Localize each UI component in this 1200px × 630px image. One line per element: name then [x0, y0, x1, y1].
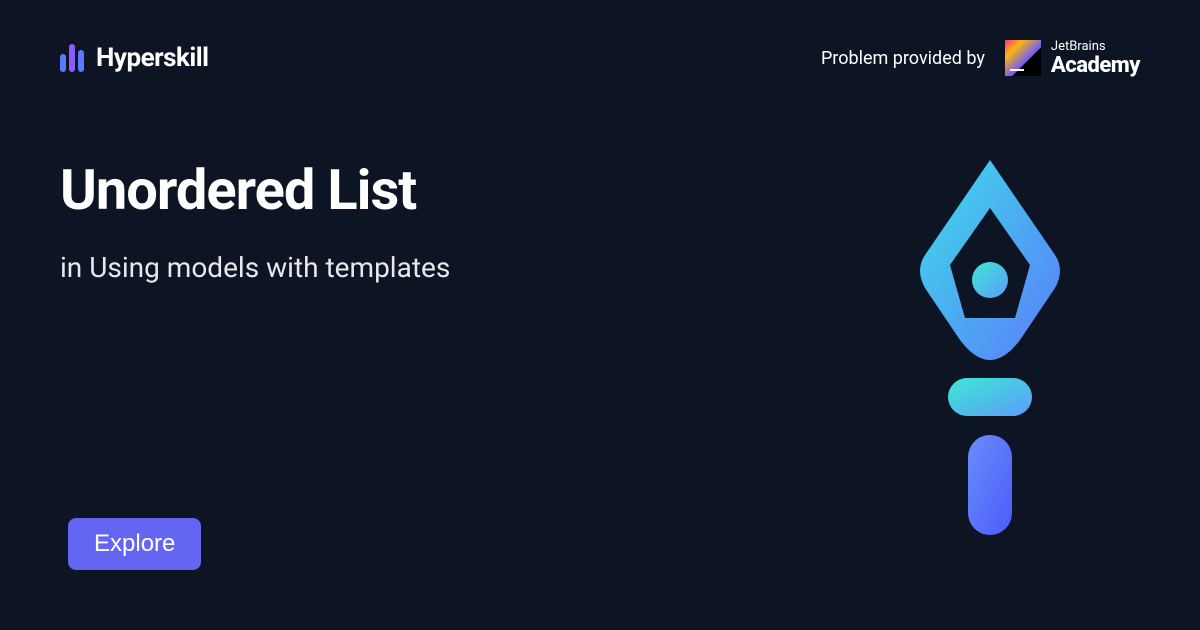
jetbrains-label: JetBrains [1051, 40, 1140, 54]
header: Hyperskill Problem provided by JetBrains… [0, 0, 1200, 77]
main-content: Unordered List in Using models with temp… [0, 77, 750, 284]
academy-label: Academy [1051, 54, 1140, 77]
hyperskill-icon [60, 44, 84, 72]
provider-block: Problem provided by JetBrains Academy [821, 40, 1140, 77]
page-subtitle: in Using models with templates [60, 251, 690, 284]
provided-by-label: Problem provided by [821, 48, 985, 69]
jetbrains-icon [1005, 40, 1041, 76]
brand-name: Hyperskill [96, 43, 209, 73]
academy-text: JetBrains Academy [1051, 40, 1140, 77]
pen-illustration-icon [900, 160, 1080, 540]
hyperskill-logo: Hyperskill [60, 43, 209, 73]
jetbrains-academy-logo: JetBrains Academy [1005, 40, 1140, 77]
explore-button[interactable]: Explore [68, 518, 201, 570]
page-title: Unordered List [60, 157, 690, 223]
